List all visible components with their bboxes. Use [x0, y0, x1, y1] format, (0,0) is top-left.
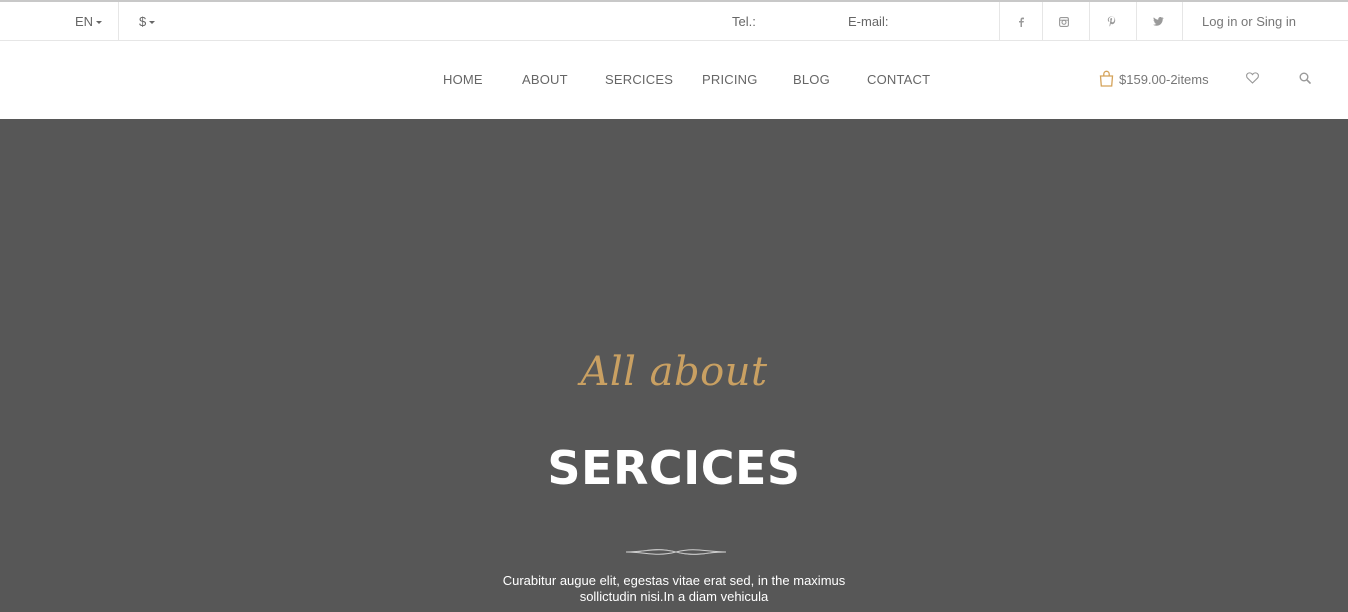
ornament-divider [625, 545, 727, 557]
tel-label: Tel.: [732, 14, 756, 29]
currency-selector[interactable]: $ [139, 2, 156, 41]
nav-blog[interactable]: BLOG [793, 41, 830, 118]
currency-label: $ [139, 14, 147, 29]
nav-services[interactable]: SERCICES [605, 41, 673, 118]
instagram-icon[interactable] [1042, 2, 1085, 41]
heart-icon[interactable] [1244, 70, 1260, 86]
hero-description-line: sollictudin nisi.In a diam vehicula [579, 589, 769, 604]
cart-button[interactable]: $159.00-2items [1099, 41, 1209, 118]
login-link[interactable]: Log in or Sing in [1202, 2, 1296, 41]
search-icon[interactable] [1297, 70, 1313, 86]
twitter-icon[interactable] [1136, 2, 1179, 41]
nav-pricing[interactable]: PRICING [702, 41, 758, 118]
hero-section: All about SERCICES Curabitur augue elit,… [0, 119, 1348, 612]
page-title: SERCICES [547, 441, 801, 495]
hero-description-line: Curabitur augue elit, egestas vitae erat… [502, 573, 846, 588]
language-label: EN [75, 14, 94, 29]
facebook-icon[interactable] [999, 2, 1042, 41]
chevron-down-icon [149, 21, 156, 25]
cart-summary: $159.00-2items [1119, 72, 1209, 87]
chevron-down-icon [96, 21, 103, 25]
email-label: E-mail: [848, 14, 889, 29]
nav-home[interactable]: HOME [443, 41, 483, 118]
nav-contact[interactable]: CONTACT [867, 41, 930, 118]
shopping-bag-icon [1099, 70, 1114, 90]
pinterest-icon[interactable] [1089, 2, 1132, 41]
nav-about[interactable]: ABOUT [522, 41, 568, 118]
divider [118, 2, 119, 41]
divider [1182, 2, 1183, 41]
hero-script-text: All about [580, 349, 768, 395]
top-bar: EN $ Tel.: E-mail: Log in or Sing in [0, 0, 1348, 41]
language-selector[interactable]: EN [75, 2, 103, 41]
main-nav: HOME ABOUT SERCICES PRICING BLOG CONTACT… [0, 41, 1348, 119]
hero-description: Curabitur augue elit, egestas vitae erat… [474, 573, 874, 605]
